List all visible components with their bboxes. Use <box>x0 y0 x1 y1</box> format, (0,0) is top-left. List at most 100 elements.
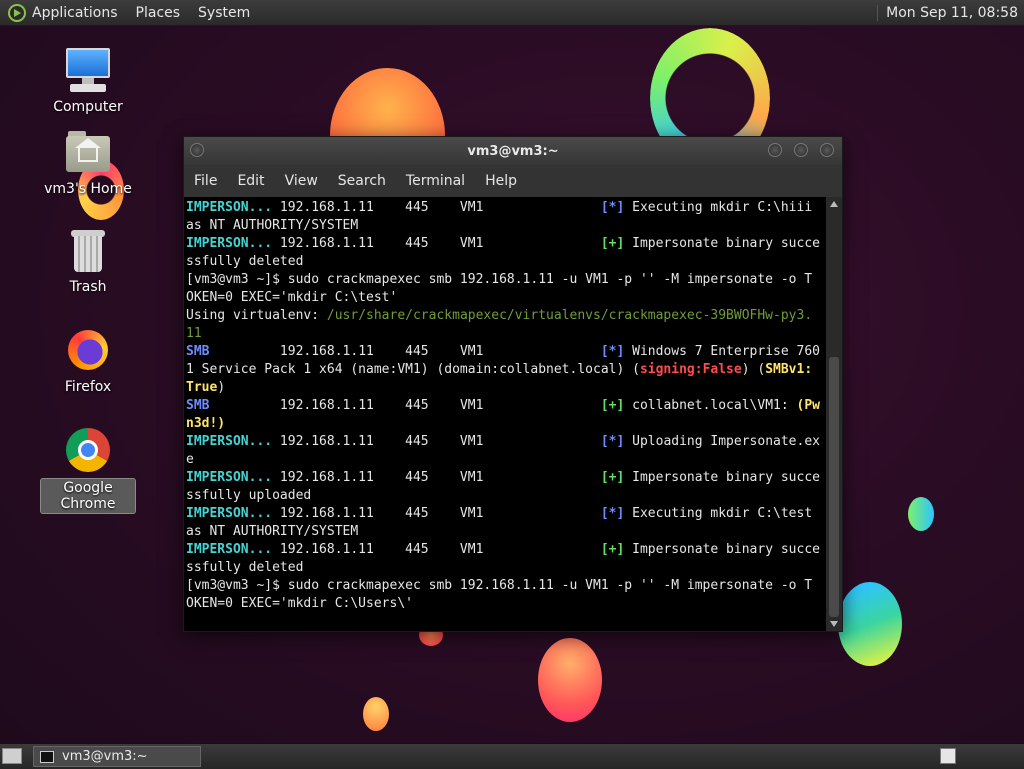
workspace-switcher-icon[interactable] <box>940 748 956 764</box>
scroll-up-icon[interactable] <box>830 201 838 207</box>
terminal-line: [vm3@vm3 ~]$ sudo crackmapexec smb 192.1… <box>186 271 826 289</box>
terminal-line: 1 Service Pack 1 x64 (name:VM1) (domain:… <box>186 361 826 379</box>
terminal-segment: 192.168.1.11 445 VM1 <box>272 434 601 449</box>
terminal-segment: 192.168.1.11 445 VM1 <box>272 542 601 557</box>
terminal-scrollbar[interactable] <box>826 197 842 631</box>
menu-applications[interactable]: Applications <box>32 5 118 21</box>
terminal-segment: n3d!) <box>186 416 226 431</box>
terminal-line: SMB 192.168.1.11 445 VM1 [+] collabnet.l… <box>186 397 826 415</box>
terminal-segment: [+] <box>600 470 625 485</box>
menu-terminal[interactable]: Terminal <box>406 173 465 189</box>
terminal-segment: ) ( <box>741 362 766 377</box>
terminal-titlebar[interactable]: vm3@vm3:~ <box>184 137 842 165</box>
terminal-segment: ) <box>217 380 226 395</box>
terminal-output[interactable]: IMPERSON... 192.168.1.11 445 VM1 [*] Exe… <box>184 197 826 631</box>
menu-edit[interactable]: Edit <box>237 173 264 189</box>
scrollbar-thumb[interactable] <box>829 357 839 617</box>
terminal-segment: OKEN=0 EXEC='mkdir C:\test' <box>186 290 398 305</box>
window-menu-icon[interactable] <box>190 143 204 157</box>
terminal-line: True) <box>186 379 826 397</box>
terminal-title: vm3@vm3:~ <box>467 143 559 159</box>
terminal-line: IMPERSON... 192.168.1.11 445 VM1 [*] Upl… <box>186 433 826 451</box>
terminal-segment: 11 <box>186 326 202 341</box>
terminal-segment: ssfully deleted <box>186 254 304 269</box>
close-icon[interactable] <box>820 143 834 157</box>
terminal-segment: Impersonate binary succe <box>624 470 820 485</box>
terminal-segment: signing:False <box>639 362 742 377</box>
terminal-segment: Windows 7 Enterprise 760 <box>624 344 820 359</box>
terminal-segment: [*] <box>600 434 625 449</box>
terminal-segment: Executing mkdir C:\test <box>624 506 813 521</box>
terminal-segment: 192.168.1.11 445 VM1 <box>272 200 601 215</box>
terminal-line: OKEN=0 EXEC='mkdir C:\test' <box>186 289 826 307</box>
desktop-icon-chrome[interactable]: Google Chrome <box>40 426 136 514</box>
maximize-icon[interactable] <box>794 143 808 157</box>
terminal-segment: SMBv1: <box>765 362 813 377</box>
terminal-segment: e <box>186 452 194 467</box>
terminal-line: ssfully deleted <box>186 559 826 577</box>
terminal-segment: 192.168.1.11 445 VM1 <box>272 236 601 251</box>
desktop-icon-trash[interactable]: Trash <box>40 226 136 296</box>
desktop-icon-computer[interactable]: Computer <box>40 46 136 116</box>
terminal-line: n3d!) <box>186 415 826 433</box>
terminal-segment: [+] <box>600 398 625 413</box>
terminal-line: OKEN=0 EXEC='mkdir C:\Users\' <box>186 595 826 613</box>
desktop-icon-firefox[interactable]: Firefox <box>40 326 136 396</box>
terminal-icon <box>40 750 54 763</box>
terminal-segment: IMPERSON... <box>186 542 273 557</box>
wallpaper-small-blob <box>363 697 389 731</box>
scroll-down-icon[interactable] <box>830 621 838 627</box>
top-panel: Applications Places System Mon Sep 11, 0… <box>0 0 1024 26</box>
wallpaper-pink-blob <box>538 638 602 722</box>
bottom-panel: vm3@vm3:~ <box>0 743 1024 769</box>
terminal-segment: IMPERSON... <box>186 506 273 521</box>
terminal-segment: Uploading Impersonate.ex <box>624 434 820 449</box>
menu-system[interactable]: System <box>198 5 250 21</box>
desktop-icon-label: Firefox <box>64 379 112 395</box>
terminal-line: e <box>186 451 826 469</box>
desktop-icon-label: vm3's Home <box>44 181 132 197</box>
terminal-segment: [+] <box>600 236 625 251</box>
terminal-segment: 192.168.1.11 445 VM1 <box>209 398 601 413</box>
terminal-line: IMPERSON... 192.168.1.11 445 VM1 [*] Exe… <box>186 199 826 217</box>
terminal-segment: SMB <box>186 344 210 359</box>
terminal-segment: [*] <box>600 344 625 359</box>
menu-help[interactable]: Help <box>485 173 517 189</box>
terminal-line: IMPERSON... 192.168.1.11 445 VM1 [+] Imp… <box>186 541 826 559</box>
terminal-segment: ssfully deleted <box>186 560 304 575</box>
desktop-icon-home[interactable]: vm3's Home <box>40 128 136 198</box>
terminal-window[interactable]: vm3@vm3:~ File Edit View Search Terminal… <box>183 136 843 632</box>
terminal-segment: IMPERSON... <box>186 236 273 251</box>
menu-places[interactable]: Places <box>136 5 181 21</box>
terminal-line: IMPERSON... 192.168.1.11 445 VM1 [*] Exe… <box>186 505 826 523</box>
menu-search[interactable]: Search <box>338 173 386 189</box>
terminal-segment: Impersonate binary succe <box>624 236 820 251</box>
firefox-icon <box>64 326 112 374</box>
terminal-segment: [vm3@vm3 ~]$ sudo crackmapexec smb 192.1… <box>186 272 813 287</box>
terminal-segment: IMPERSON... <box>186 470 273 485</box>
terminal-line: as NT AUTHORITY/SYSTEM <box>186 523 826 541</box>
terminal-line: IMPERSON... 192.168.1.11 445 VM1 [+] Imp… <box>186 469 826 487</box>
desktop-icon-label: Trash <box>69 279 107 295</box>
taskbar-terminal-button[interactable]: vm3@vm3:~ <box>33 746 201 767</box>
wallpaper-green-blob <box>908 497 934 531</box>
trash-icon <box>64 226 112 274</box>
terminal-segment: ssfully uploaded <box>186 488 312 503</box>
desktop-icon-label: Google Chrome <box>40 478 136 514</box>
menu-view[interactable]: View <box>285 173 318 189</box>
distro-logo-icon[interactable] <box>8 3 26 22</box>
computer-icon <box>64 46 112 94</box>
terminal-segment: True <box>186 380 218 395</box>
terminal-segment: SMB <box>186 398 210 413</box>
minimize-icon[interactable] <box>768 143 782 157</box>
terminal-text: IMPERSON... 192.168.1.11 445 VM1 [*] Exe… <box>184 197 826 613</box>
show-desktop-icon[interactable] <box>2 748 22 764</box>
terminal-line: 11 <box>186 325 826 343</box>
menu-file[interactable]: File <box>194 173 217 189</box>
terminal-line: ssfully uploaded <box>186 487 826 505</box>
terminal-menubar: File Edit View Search Terminal Help <box>184 165 842 197</box>
terminal-segment: [+] <box>600 542 625 557</box>
panel-clock[interactable]: Mon Sep 11, 08:58 <box>877 4 1018 21</box>
terminal-segment: as NT AUTHORITY/SYSTEM <box>186 524 359 539</box>
home-folder-icon <box>64 128 112 176</box>
